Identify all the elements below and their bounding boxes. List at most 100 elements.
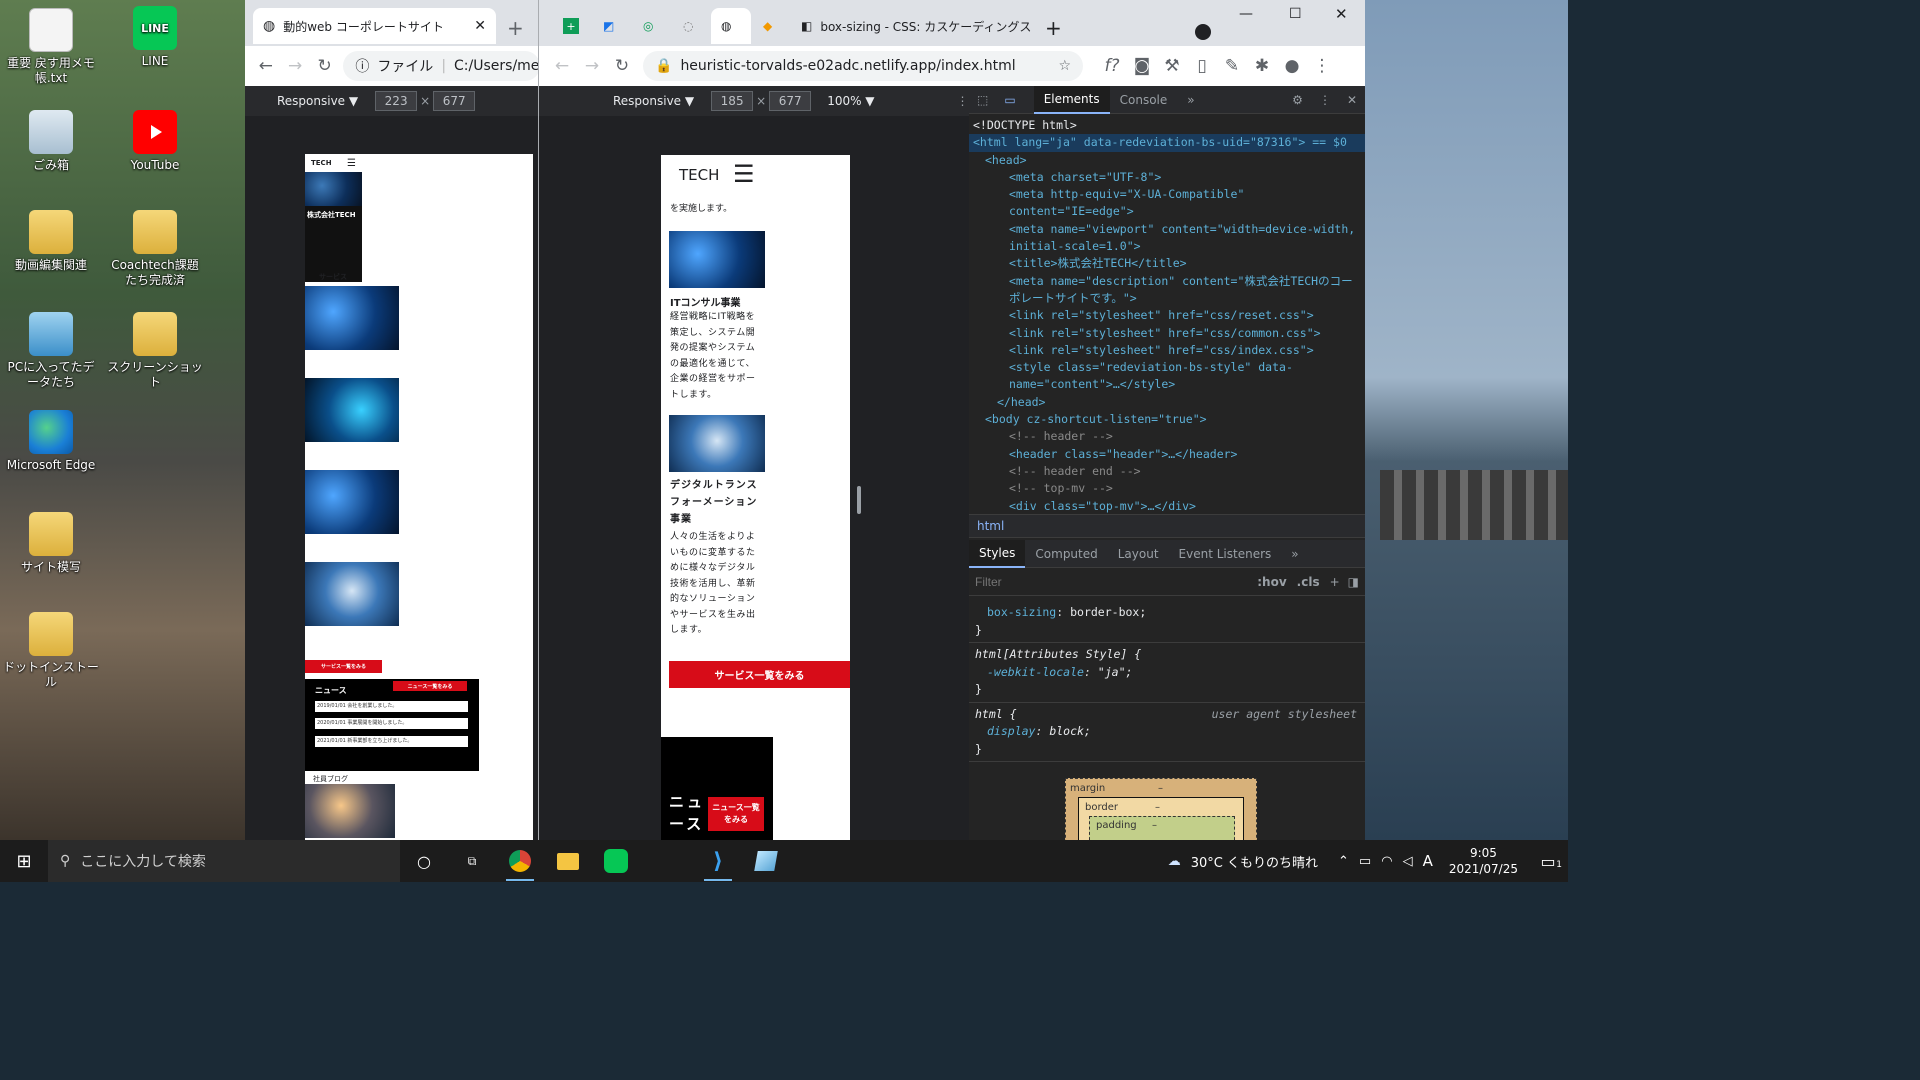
desktop-icon-coachtech-folder[interactable]: Coachtech課題たち完成済 — [107, 210, 203, 288]
back-arrow-icon[interactable]: ← — [251, 56, 280, 76]
taskbar-search-box[interactable]: ⚲ ここに入力して検索 — [48, 840, 400, 882]
tab-app-3[interactable]: ◎ — [633, 8, 669, 44]
minimize-button[interactable]: — — [1239, 6, 1253, 22]
device-toggle-icon[interactable]: ▭ — [996, 93, 1023, 107]
desktop-icon-youtube[interactable]: YouTube — [107, 110, 203, 173]
dom-node[interactable]: <!DOCTYPE html> — [969, 117, 1365, 134]
dom-node[interactable]: <header class="header">…</header> — [969, 446, 1365, 463]
device-mode-select[interactable]: Responsive ▼ — [277, 94, 358, 108]
tab-local-site[interactable]: ◍ 動的web コーポレートサイト ✕ — [253, 8, 496, 44]
site-logo[interactable]: TECH — [679, 166, 719, 184]
tab-console[interactable]: Console — [1110, 86, 1178, 114]
tab-mdn-box-sizing[interactable]: ◧ box-sizing - CSS: カスケーディングス ✕ — [791, 8, 1031, 44]
style-property[interactable]: box-sizing — [987, 605, 1056, 619]
cortana-button[interactable]: ○ — [400, 840, 448, 882]
clock[interactable]: 9:05 2021/07/25 — [1449, 845, 1518, 877]
box-model-margin[interactable]: margin – border – padding – — [1065, 778, 1257, 840]
dom-node[interactable]: <body cz-shortcut-listen="true"> — [969, 411, 1365, 428]
speaker-icon[interactable]: ◁ — [1403, 854, 1413, 869]
desktop-icon-screenshots[interactable]: スクリーンショット — [107, 312, 203, 390]
close-tab-icon[interactable]: ✕ — [474, 18, 486, 34]
devtools-menu-icon[interactable]: ⋮ — [1311, 93, 1339, 107]
tab-computed[interactable]: Computed — [1025, 540, 1107, 568]
dom-comment[interactable]: <!-- header end --> — [969, 463, 1365, 480]
hammer-extension-icon[interactable]: ⚒ — [1157, 56, 1187, 76]
dom-node[interactable]: <meta name="description" content="株式会社TE… — [969, 273, 1359, 308]
tab-layout[interactable]: Layout — [1108, 540, 1169, 568]
forward-arrow-icon[interactable]: → — [280, 56, 309, 76]
desktop-icon-dotinstall[interactable]: ドットインストール — [3, 612, 99, 690]
hamburger-icon[interactable]: ☰ — [347, 158, 356, 169]
new-tab-button[interactable]: + — [1045, 16, 1062, 40]
start-button[interactable]: ⊞ — [0, 840, 48, 882]
cls-toggle[interactable]: .cls — [1297, 575, 1320, 589]
viewport-height-input[interactable]: 677 — [433, 91, 476, 111]
box-model-border[interactable]: border – padding – — [1078, 797, 1244, 840]
extensions-puzzle-icon[interactable]: ✱ — [1247, 56, 1277, 76]
tab-sheets[interactable]: + — [553, 8, 589, 44]
maximize-button[interactable]: ☐ — [1289, 6, 1302, 22]
toggle-sidebar-icon[interactable]: ◨ — [1348, 575, 1359, 589]
box-model-padding[interactable]: padding – — [1089, 816, 1235, 840]
dom-node[interactable]: <link rel="stylesheet" href="css/reset.c… — [969, 307, 1365, 324]
cloud-sun-icon[interactable]: ☁ — [1168, 854, 1181, 869]
address-bar[interactable]: 🔒 heuristic-torvalds-e02adc.netlify.app/… — [643, 51, 1083, 81]
dom-node[interactable]: <link rel="stylesheet" href="css/common.… — [969, 325, 1365, 342]
news-item[interactable]: 2019/01/01 会社を創業しました。 — [315, 701, 468, 712]
taskbar-app[interactable] — [742, 840, 790, 882]
viewport-width-input[interactable]: 223 — [375, 91, 418, 111]
add-rule-icon[interactable]: + — [1330, 575, 1340, 589]
desktop-icon-pc-data[interactable]: PCに入ってたデータたち — [3, 312, 99, 390]
dom-comment[interactable]: <!-- top-mv --> — [969, 480, 1365, 497]
tab-app-4[interactable]: ◌ — [673, 8, 709, 44]
style-value[interactable]: border-box; — [1070, 605, 1146, 619]
wifi-icon[interactable]: ◠ — [1381, 854, 1392, 869]
tab-more[interactable]: » — [1177, 86, 1204, 114]
news-list-button[interactable]: ニュース一覧をみる — [393, 681, 467, 691]
desktop-icon-recycle-bin[interactable]: ごみ箱 — [3, 110, 99, 173]
tab-styles[interactable]: Styles — [969, 539, 1026, 568]
dom-node[interactable]: </head> — [969, 394, 1365, 411]
dom-node[interactable]: <link rel="stylesheet" href="css/index.c… — [969, 342, 1365, 359]
new-tab-button[interactable]: + — [507, 16, 524, 40]
taskbar-line[interactable] — [592, 840, 640, 882]
tab-app-2[interactable]: ◩ — [593, 8, 629, 44]
desktop-icon-site-copy[interactable]: サイト模写 — [3, 512, 99, 575]
viewport-resize-handle[interactable] — [857, 486, 861, 514]
forward-arrow-icon[interactable]: → — [577, 56, 607, 76]
tray-chevron-up-icon[interactable]: ⌃ — [1338, 854, 1349, 869]
dom-comment[interactable]: <!-- header --> — [969, 428, 1365, 445]
close-window-button[interactable]: ✕ — [1335, 5, 1348, 23]
dom-node[interactable]: <meta name="viewport" content="width=dev… — [969, 221, 1359, 256]
breadcrumb-html[interactable]: html — [977, 519, 1004, 533]
tab-styles-more[interactable]: » — [1281, 540, 1308, 568]
task-view-button[interactable]: ⧉ — [448, 840, 496, 882]
taskbar-vscode[interactable]: ⟩ — [694, 840, 742, 882]
notification-center-button[interactable]: ▭ 1 — [1528, 852, 1568, 871]
bookmark-star-icon[interactable]: ☆ — [1058, 58, 1071, 74]
services-list-button[interactable]: サービス一覧をみる — [305, 660, 382, 673]
viewport-width-input[interactable]: 185 — [711, 91, 754, 111]
tab-app-6[interactable]: ◆ — [753, 8, 789, 44]
tab-elements[interactable]: Elements — [1033, 86, 1110, 114]
styles-filter-input[interactable] — [975, 574, 1205, 589]
reload-icon[interactable]: ↻ — [310, 56, 339, 76]
tab-netlify-site[interactable]: ◍ — [711, 8, 751, 44]
device-mode-select[interactable]: Responsive ▼ — [613, 94, 694, 108]
hov-toggle[interactable]: :hov — [1257, 575, 1286, 589]
font-extension-icon[interactable]: f? — [1097, 56, 1127, 76]
eyedropper-extension-icon[interactable]: ✎ — [1217, 56, 1247, 76]
weather-text[interactable]: 30°C くもりのち晴れ — [1191, 852, 1318, 871]
bookmark-extension-icon[interactable]: ▯ — [1187, 56, 1217, 76]
device-more-icon[interactable]: ⋮ — [957, 94, 969, 108]
zoom-select[interactable]: 100% ▼ — [827, 94, 874, 108]
news-item[interactable]: 2020/01/01 事業展開を開始しました。 — [315, 718, 468, 729]
dom-node[interactable]: <meta charset="UTF-8"> — [969, 169, 1365, 186]
taskbar-chrome[interactable] — [496, 840, 544, 882]
viewport-height-input[interactable]: 677 — [769, 91, 812, 111]
news-list-button[interactable]: ニュース一覧をみる — [708, 797, 764, 831]
reload-icon[interactable]: ↻ — [607, 56, 637, 76]
back-arrow-icon[interactable]: ← — [547, 56, 577, 76]
address-bar[interactable]: ⓘ ファイル | C:/Users/meta — [343, 51, 540, 81]
more-menu-icon[interactable]: ⋮ — [1307, 56, 1337, 76]
